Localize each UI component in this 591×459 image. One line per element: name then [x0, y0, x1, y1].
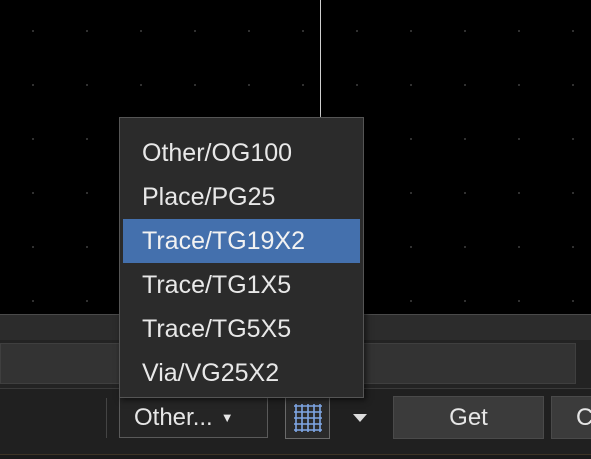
menu-item-tg1x5[interactable]: Trace/TG1X5: [123, 263, 360, 307]
grid-options-dropdown[interactable]: [349, 408, 371, 428]
triangle-down-icon: [353, 413, 367, 422]
status-edge: [0, 454, 591, 459]
grid-select-value: Other...: [134, 404, 213, 431]
grid-icon: [293, 404, 322, 432]
grid-toggle-button[interactable]: [285, 397, 330, 439]
crosshair-line: [320, 0, 321, 118]
grid-menu: Other/OG100 Place/PG25 Trace/TG19X2 Trac…: [119, 117, 364, 398]
menu-item-tg5x5[interactable]: Trace/TG5X5: [123, 307, 360, 351]
chevron-down-icon: ▼: [220, 410, 234, 425]
grid-select[interactable]: Other... ▼: [119, 397, 268, 438]
toolbar-separator: [106, 398, 107, 438]
get-button[interactable]: Get: [393, 396, 544, 439]
menu-item-pg25[interactable]: Place/PG25: [123, 175, 360, 219]
menu-item-og100[interactable]: Other/OG100: [123, 131, 360, 175]
menu-item-vg25x2[interactable]: Via/VG25X2: [123, 351, 360, 395]
menu-item-tg19x2[interactable]: Trace/TG19X2: [123, 219, 360, 263]
next-button[interactable]: C: [551, 396, 591, 439]
